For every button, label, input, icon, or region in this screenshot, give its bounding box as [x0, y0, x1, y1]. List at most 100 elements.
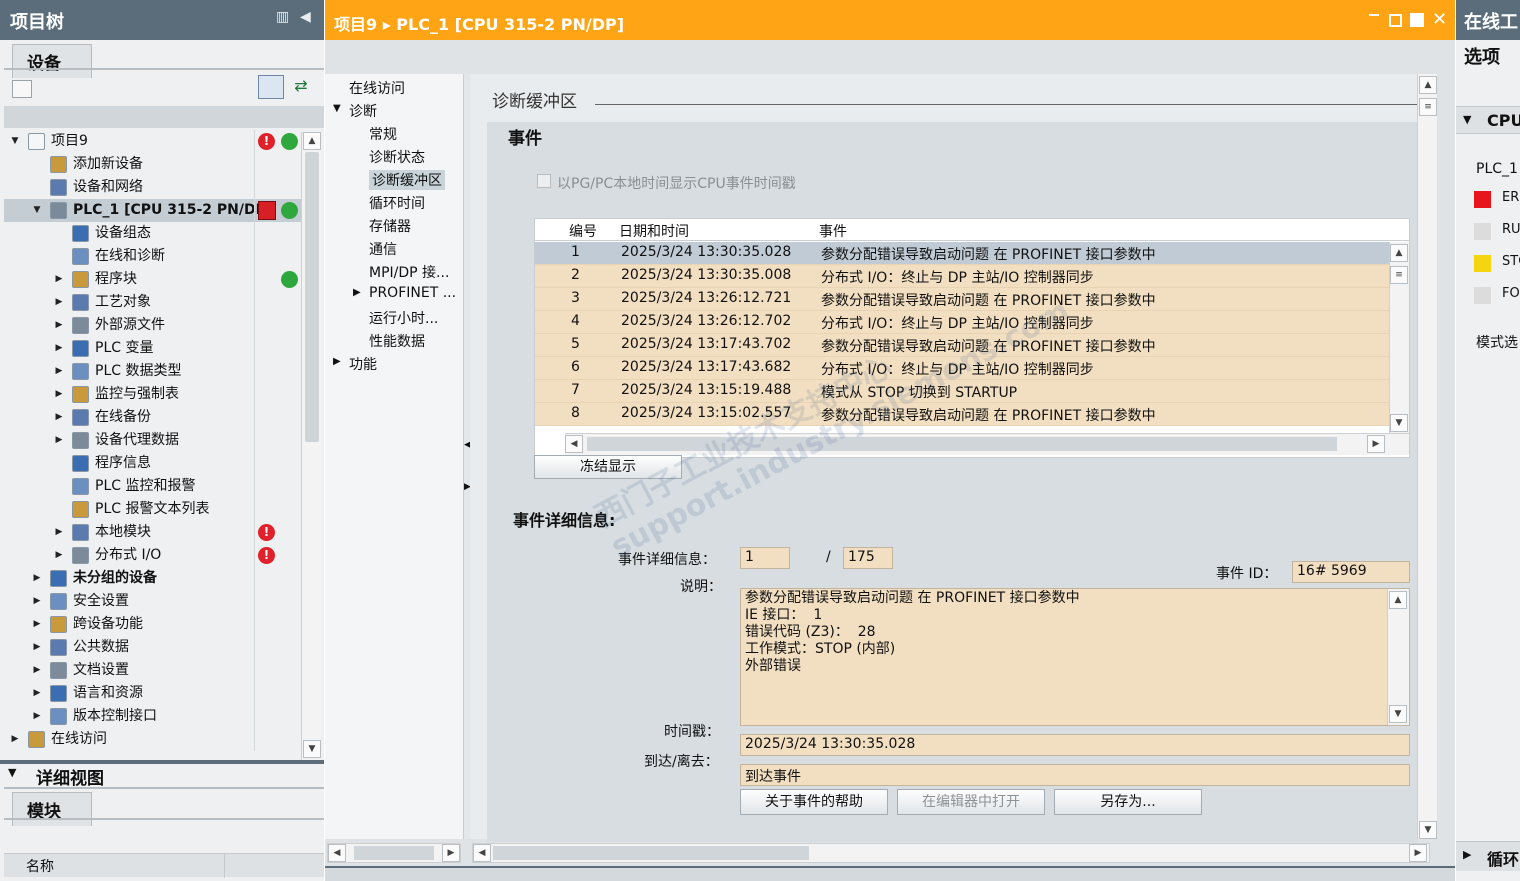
- hscroll-thumb[interactable]: [493, 846, 809, 860]
- tree-collapsed-icon[interactable]: ▶: [32, 636, 42, 659]
- tree-collapsed-icon[interactable]: ▶: [54, 314, 64, 337]
- tree-item[interactable]: ▶ 公共数据: [4, 636, 304, 659]
- nav-item[interactable]: PROFINET ...: [369, 285, 456, 301]
- tree-item[interactable]: ▶ 未分组的设备: [4, 567, 304, 590]
- tree-item[interactable]: 添加新设备: [4, 153, 304, 176]
- tree-item[interactable]: ▶ 外部源文件: [4, 314, 304, 337]
- nav-item[interactable]: 常规: [369, 124, 397, 144]
- content-hscrollbar[interactable]: ◀ ▶: [472, 843, 1430, 863]
- tab-devices[interactable]: 设备: [12, 44, 92, 78]
- event-scroll-right-icon[interactable]: ▶: [1367, 435, 1385, 453]
- tree-item[interactable]: ▶ 文档设置: [4, 659, 304, 682]
- toolbar-new-icon[interactable]: [12, 80, 32, 98]
- col-event[interactable]: 事件: [819, 221, 847, 241]
- tree-item[interactable]: ▶ 监控与强制表: [4, 383, 304, 406]
- tree-item[interactable]: ▶ 本地模块!: [4, 521, 304, 544]
- nav-collapsed-icon[interactable]: ▶: [333, 356, 341, 367]
- pg-time-checkbox[interactable]: [537, 174, 551, 188]
- col-datetime[interactable]: 日期和时间: [619, 221, 689, 241]
- open-in-editor-button[interactable]: 在编辑器中打开: [897, 789, 1045, 815]
- table-row[interactable]: 1 2025/3/24 13:30:35.028 参数分配错误导致启动问题 在 PR…: [535, 242, 1389, 265]
- nav-item[interactable]: 通信: [369, 239, 397, 259]
- tree-item[interactable]: ▶ 工艺对象: [4, 291, 304, 314]
- tree-expanded-icon[interactable]: ▼: [32, 199, 42, 222]
- event-vscrollbar[interactable]: ▲ ≡ ▼: [1389, 242, 1409, 433]
- nav-item[interactable]: 在线访问: [349, 78, 405, 98]
- tab-modules[interactable]: 模块: [12, 792, 92, 826]
- minimize-icon[interactable]: [1369, 14, 1379, 16]
- tree-collapsed-icon[interactable]: ▶: [32, 613, 42, 636]
- view-toggle-icon[interactable]: [258, 75, 284, 99]
- nav-hscrollbar[interactable]: ◀ ▶: [327, 843, 461, 863]
- tree-item[interactable]: ▼ 项目9!: [4, 130, 304, 153]
- nav-item[interactable]: 功能: [349, 354, 377, 374]
- tree-item[interactable]: ▶ 在线备份: [4, 406, 304, 429]
- event-scroll-up-icon[interactable]: ▲: [1390, 244, 1408, 262]
- save-as-button[interactable]: 另存为...: [1054, 789, 1202, 815]
- tree-collapsed-icon[interactable]: ▶: [54, 406, 64, 429]
- tree-expanded-icon[interactable]: ▼: [10, 130, 20, 153]
- cpu-panel-header[interactable]: ▼ CPU: [1456, 106, 1520, 134]
- desc-scroll-down-icon[interactable]: ▼: [1389, 705, 1407, 723]
- tree-collapsed-icon[interactable]: ▶: [54, 337, 64, 360]
- event-scroll-down-icon[interactable]: ▼: [1390, 414, 1408, 432]
- close-icon[interactable]: ✕: [1432, 9, 1447, 30]
- content-scrollbar[interactable]: ▲ ≡ ▼: [1417, 74, 1437, 839]
- table-row[interactable]: 8 2025/3/24 13:15:02.557 参数分配错误导致启动问题 在 PR…: [535, 403, 1389, 426]
- tree-item[interactable]: ▼ PLC_1 [CPU 315-2 PN/DP]: [4, 199, 304, 222]
- tree-item[interactable]: ▶ 程序块: [4, 268, 304, 291]
- nav-expanded-icon[interactable]: ▼: [333, 103, 341, 114]
- tree-item[interactable]: ▶ 安全设置: [4, 590, 304, 613]
- table-row[interactable]: 4 2025/3/24 13:26:12.702 分布式 I/O：终止与 DP 主站…: [535, 311, 1389, 334]
- tree-collapsed-icon[interactable]: ▶: [54, 360, 64, 383]
- tree-item[interactable]: ▶ PLC 数据类型: [4, 360, 304, 383]
- tree-item[interactable]: 设备和网络: [4, 176, 304, 199]
- nav-splitter[interactable]: ◀ ▶: [463, 74, 471, 839]
- tree-collapsed-icon[interactable]: ▶: [32, 590, 42, 613]
- description-scrollbar[interactable]: ▲ ▼: [1387, 589, 1409, 725]
- tree-collapsed-icon[interactable]: ▶: [54, 383, 64, 406]
- table-row[interactable]: 2 2025/3/24 13:30:35.008 分布式 I/O：终止与 DP 主站…: [535, 265, 1389, 288]
- event-scroll-left-icon[interactable]: ◀: [565, 435, 583, 453]
- tree-collapsed-icon[interactable]: ▶: [32, 682, 42, 705]
- nav-scroll-thumb[interactable]: [354, 846, 434, 860]
- tree-item[interactable]: PLC 报警文本列表: [4, 498, 304, 521]
- tree-collapsed-icon[interactable]: ▶: [54, 268, 64, 291]
- event-help-button[interactable]: 关于事件的帮助: [740, 789, 888, 815]
- nav-scroll-right-icon[interactable]: ▶: [442, 844, 460, 862]
- tree-collapsed-icon[interactable]: ▶: [32, 659, 42, 682]
- tree-item[interactable]: ▶ 语言和资源: [4, 682, 304, 705]
- restore-icon[interactable]: [1389, 14, 1402, 27]
- tree-item[interactable]: ▶ 在线访问: [4, 728, 304, 751]
- content-scroll-up-icon[interactable]: ▲: [1419, 76, 1437, 94]
- name-column-header[interactable]: 名称: [26, 856, 54, 876]
- content-scroll-down-icon[interactable]: ▼: [1419, 821, 1437, 839]
- tree-item[interactable]: 在线和诊断: [4, 245, 304, 268]
- hscroll-right-icon[interactable]: ▶: [1409, 844, 1427, 862]
- nav-item[interactable]: 存储器: [369, 216, 411, 236]
- cycle-expand-icon[interactable]: ▶: [1463, 848, 1471, 861]
- tree-collapsed-icon[interactable]: ▶: [54, 429, 64, 452]
- tree-item[interactable]: 设备组态: [4, 222, 304, 245]
- maximize-icon[interactable]: [1410, 13, 1424, 27]
- tree-collapsed-icon[interactable]: ▶: [32, 705, 42, 728]
- event-scroll-grip-icon[interactable]: ≡: [1390, 266, 1408, 284]
- tree-item[interactable]: ▶ 版本控制接口: [4, 705, 304, 728]
- tree-item[interactable]: ▶ PLC 变量: [4, 337, 304, 360]
- detail-collapse-icon[interactable]: ▼: [8, 766, 24, 779]
- tree-item[interactable]: ▶ 设备代理数据: [4, 429, 304, 452]
- nav-item[interactable]: 诊断: [349, 101, 377, 121]
- tree-collapsed-icon[interactable]: ▶: [10, 728, 20, 751]
- table-row[interactable]: 3 2025/3/24 13:26:12.721 参数分配错误导致启动问题 在 PR…: [535, 288, 1389, 311]
- tree-item[interactable]: 程序信息: [4, 452, 304, 475]
- nav-item[interactable]: 循环时间: [369, 193, 425, 213]
- nav-collapsed-icon[interactable]: ▶: [353, 287, 361, 298]
- nav-scroll-left-icon[interactable]: ◀: [328, 844, 346, 862]
- cycle-panel-header[interactable]: ▶ 循环: [1456, 841, 1520, 871]
- nav-item[interactable]: 诊断缓冲区: [369, 170, 445, 190]
- tree-collapsed-icon[interactable]: ▶: [54, 291, 64, 314]
- nav-item[interactable]: 性能数据: [369, 331, 425, 351]
- pin-icon[interactable]: ▥: [276, 9, 289, 25]
- collapse-left-icon[interactable]: ◀: [300, 9, 311, 25]
- tree-item[interactable]: ▶ 分布式 I/O!: [4, 544, 304, 567]
